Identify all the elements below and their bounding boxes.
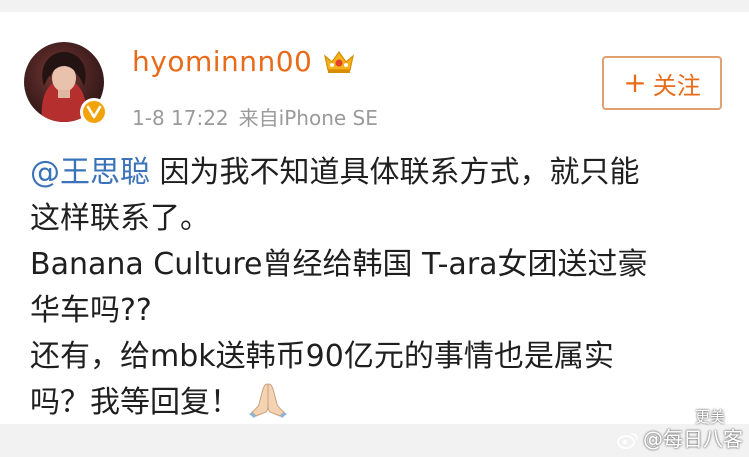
verified-badge-icon <box>80 98 108 126</box>
post-line-text: 因为我不知道具体联系方式，就只能 <box>150 155 640 190</box>
vip-crown-icon[interactable] <box>322 48 356 76</box>
follow-label: 关注 <box>652 71 701 100</box>
post-line: Banana Culture曾经给韩国 T-ara女团送过豪 <box>30 247 648 282</box>
follow-button[interactable]: + 关注 <box>602 56 722 110</box>
username[interactable]: hyominnn00 <box>132 45 312 78</box>
post-line: @王思聪 因为我不知道具体联系方式，就只能 <box>30 150 730 196</box>
post-line: 华车吗?? <box>30 293 152 328</box>
post-text: @王思聪 因为我不知道具体联系方式，就只能 这样联系了。 Banana Cult… <box>30 150 730 432</box>
post-line-text: 吗？我等回复！ <box>30 385 240 420</box>
mention-link[interactable]: @王思聪 <box>30 155 150 190</box>
plus-icon: + <box>623 66 647 99</box>
weibo-logo-icon <box>617 431 639 453</box>
post-meta: 1-8 17:22 来自iPhone SE <box>132 102 378 131</box>
watermark-bottom: @每日八客 <box>643 427 743 451</box>
post-source: 来自iPhone SE <box>238 106 378 130</box>
praying-hands-icon <box>248 382 288 432</box>
watermark-top: 更美 <box>694 408 725 426</box>
weibo-post-card: hyominnn00 1-8 17:22 来自iPhone SE + 关注 @王思… <box>0 12 749 424</box>
post-line: 还有，给mbk送韩币90亿元的事情也是属实 <box>30 339 614 374</box>
post-time: 1-8 17:22 <box>132 106 229 130</box>
watermark: 更美 @每日八客 <box>617 406 743 453</box>
post-line: 这样联系了。 <box>30 201 210 236</box>
